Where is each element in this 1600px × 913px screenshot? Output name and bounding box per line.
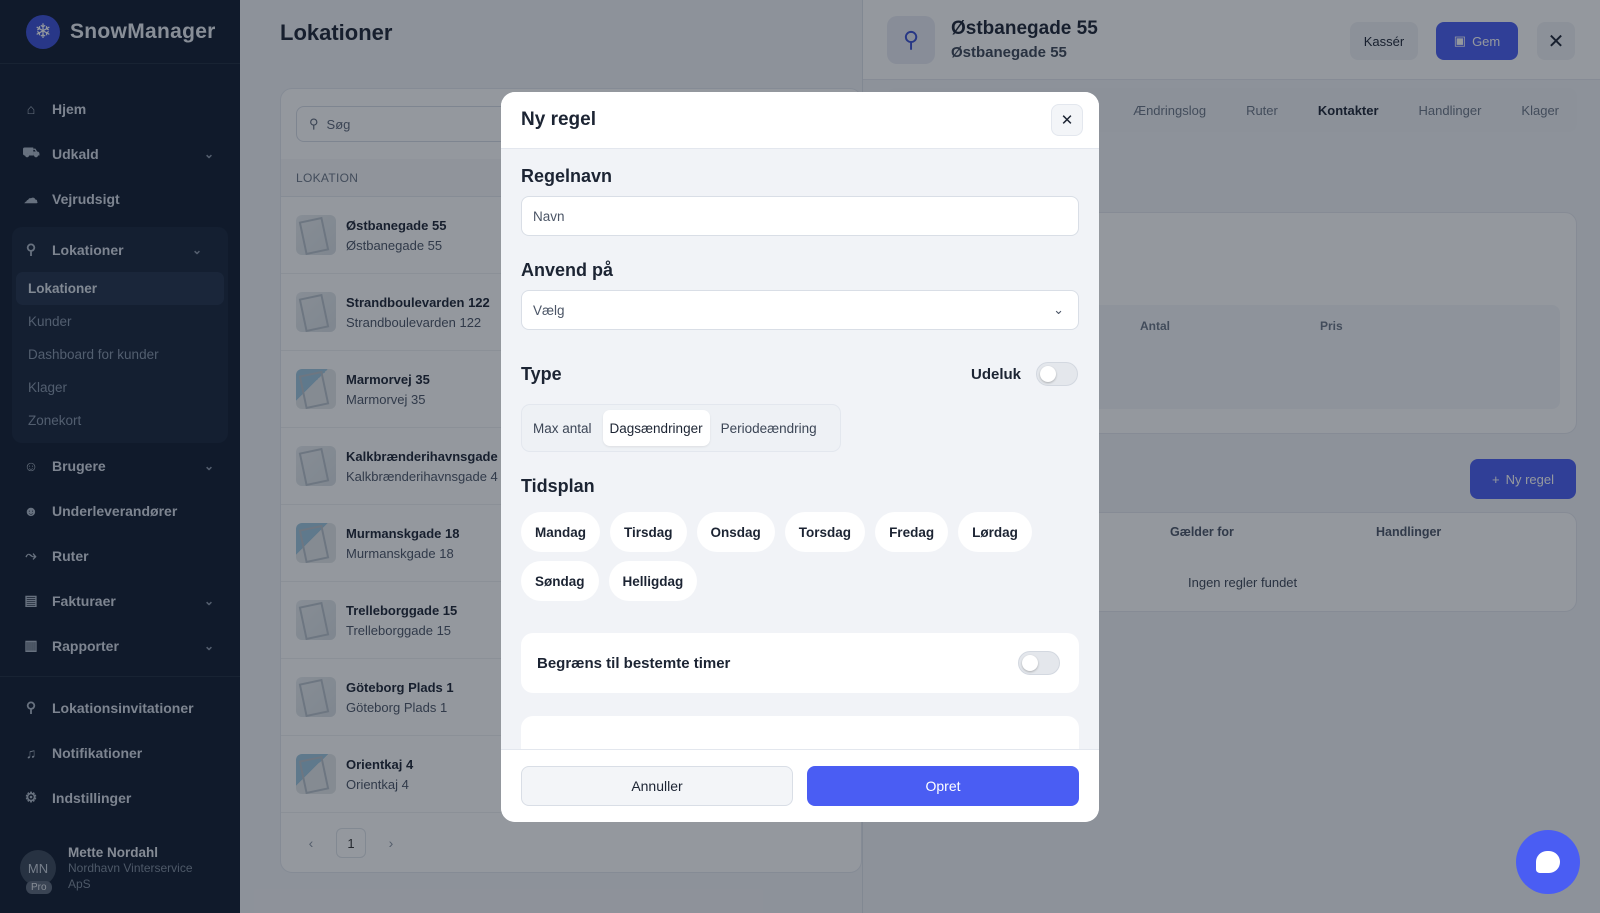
day-chip-onsdag[interactable]: Onsdag bbox=[696, 512, 775, 552]
type-segmented-control: Max antal Dagsændringer Periodeændring bbox=[521, 404, 841, 452]
type-option-dagsaendringer[interactable]: Dagsændringer bbox=[602, 410, 710, 446]
schedule-label: Tidsplan bbox=[521, 476, 595, 496]
limit-hours-label: Begræns til bestemte timer bbox=[537, 654, 731, 672]
weekday-chips: Mandag Tirsdag Onsdag Torsdag Fredag Lør… bbox=[521, 512, 1079, 601]
modal-body: Regelnavn Navn Anvend på Vælg ⌄ Type Udel… bbox=[521, 149, 1079, 749]
day-chip-helligdag[interactable]: Helligdag bbox=[608, 561, 698, 601]
rule-name-label: Regelnavn bbox=[521, 166, 613, 186]
day-chip-tirsdag[interactable]: Tirsdag bbox=[610, 512, 687, 552]
modal-title: Ny regel bbox=[521, 109, 596, 130]
new-rule-modal: Ny regel ✕ Regelnavn Navn Anvend på Vælg… bbox=[501, 92, 1099, 822]
exclude-label: Udeluk bbox=[971, 366, 1022, 383]
type-label: Type bbox=[521, 364, 562, 384]
day-chip-fredag[interactable]: Fredag bbox=[875, 512, 949, 552]
chat-launcher-button[interactable] bbox=[1516, 830, 1580, 894]
modal-header: Ny regel ✕ bbox=[501, 92, 1099, 149]
day-chip-sondag[interactable]: Søndag bbox=[521, 561, 599, 601]
chat-bubble-icon bbox=[1536, 851, 1560, 873]
modal-footer: Annuller Opret bbox=[501, 749, 1099, 822]
day-chip-torsdag[interactable]: Torsdag bbox=[784, 512, 866, 552]
close-icon[interactable]: ✕ bbox=[1051, 104, 1083, 136]
type-option-periodeaendring[interactable]: Periodeændring bbox=[714, 410, 824, 446]
day-chip-lordag[interactable]: Lørdag bbox=[958, 512, 1032, 552]
collapsed-section-card[interactable] bbox=[521, 716, 1079, 749]
chevron-down-icon: ⌄ bbox=[1053, 302, 1064, 317]
limit-hours-toggle[interactable] bbox=[1018, 651, 1060, 675]
day-chip-mandag[interactable]: Mandag bbox=[521, 512, 601, 552]
limit-hours-card: Begræns til bestemte timer bbox=[521, 633, 1079, 693]
cancel-button[interactable]: Annuller bbox=[521, 766, 793, 806]
create-button[interactable]: Opret bbox=[807, 766, 1079, 806]
type-option-max-antal[interactable]: Max antal bbox=[526, 410, 599, 446]
apply-to-select[interactable]: Vælg ⌄ bbox=[521, 290, 1079, 330]
rule-name-placeholder: Navn bbox=[533, 208, 565, 224]
exclude-toggle[interactable] bbox=[1036, 362, 1078, 386]
apply-to-label: Anvend på bbox=[521, 260, 614, 280]
rule-name-input[interactable]: Navn bbox=[521, 196, 1079, 236]
apply-to-value: Vælg bbox=[533, 302, 565, 318]
